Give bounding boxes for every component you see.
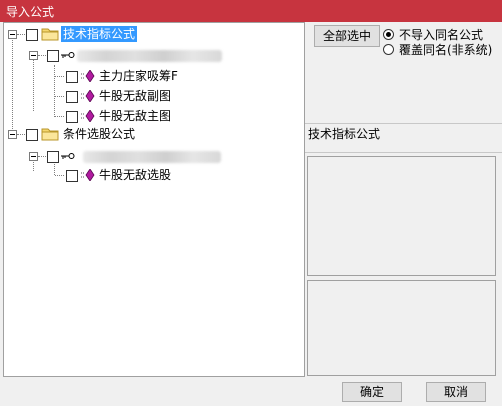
formula-icon <box>81 109 95 123</box>
tree-node-stock-screening[interactable]: 条件选股公式 <box>4 126 184 144</box>
radio-label: 不导入同名公式 <box>399 28 484 42</box>
import-formula-dialog: 导入公式 技术指标公式 主力庄家吸筹F 牛股无敌副图 牛股无敌主图 条件选股公式… <box>0 0 502 406</box>
options-panel: 全部选中 不导入同名公式 覆盖同名(非系统) 技术指标公式 <box>305 22 502 377</box>
tree-node-label: 条件选股公式 <box>63 127 136 141</box>
section-label: 技术指标公式 <box>308 127 381 141</box>
divider <box>305 152 502 153</box>
key-icon <box>61 49 75 59</box>
tree-node-label: 主力庄家吸筹F <box>99 69 178 83</box>
tree-node-label: 技术指标公式 <box>61 26 138 42</box>
select-all-button[interactable]: 全部选中 <box>314 25 380 47</box>
folder-icon <box>41 127 59 141</box>
formula-description-box <box>307 280 496 376</box>
tree-checkbox[interactable] <box>26 129 38 141</box>
tree-checkbox[interactable] <box>47 50 59 62</box>
collapse-toggle[interactable] <box>29 152 38 161</box>
tree-node-author[interactable] <box>4 147 234 165</box>
radio-button[interactable] <box>383 29 394 40</box>
tree-checkbox[interactable] <box>66 91 78 103</box>
divider <box>305 123 502 124</box>
tree-node-author[interactable] <box>4 46 234 64</box>
tree-node-formula[interactable]: 牛股无敌副图 <box>4 87 204 105</box>
redacted-author-name <box>83 151 221 163</box>
tree-checkbox[interactable] <box>47 151 59 163</box>
tree-checkbox[interactable] <box>26 29 38 41</box>
folder-icon <box>41 27 59 41</box>
tree-node-formula[interactable]: 牛股无敌选股 <box>4 166 204 184</box>
redacted-author-name <box>77 50 222 62</box>
formula-icon <box>81 168 95 182</box>
collapse-toggle[interactable] <box>29 51 38 60</box>
formula-tree[interactable]: 技术指标公式 主力庄家吸筹F 牛股无敌副图 牛股无敌主图 条件选股公式 牛股无敌… <box>3 22 305 377</box>
tree-node-label: 牛股无敌主图 <box>99 109 172 123</box>
formula-info-box <box>307 156 496 276</box>
cancel-button[interactable]: 取消 <box>426 382 486 402</box>
title-bar[interactable]: 导入公式 <box>0 0 502 22</box>
collapse-toggle[interactable] <box>8 30 17 39</box>
key-icon <box>61 150 75 160</box>
formula-icon <box>81 69 95 83</box>
tree-node-formula[interactable]: 牛股无敌主图 <box>4 107 204 125</box>
tree-checkbox[interactable] <box>66 111 78 123</box>
tree-checkbox[interactable] <box>66 71 78 83</box>
radio-button[interactable] <box>383 44 394 55</box>
tree-node-label: 牛股无敌选股 <box>99 168 172 182</box>
ok-button[interactable]: 确定 <box>342 382 402 402</box>
tree-node-technical-indicators[interactable]: 技术指标公式 <box>4 26 184 44</box>
tree-node-label: 牛股无敌副图 <box>99 89 172 103</box>
collapse-toggle[interactable] <box>8 130 17 139</box>
tree-node-formula[interactable]: 主力庄家吸筹F <box>4 67 204 85</box>
radio-label: 覆盖同名(非系统) <box>399 43 493 57</box>
tree-checkbox[interactable] <box>66 170 78 182</box>
formula-icon <box>81 89 95 103</box>
window-title: 导入公式 <box>6 5 55 19</box>
